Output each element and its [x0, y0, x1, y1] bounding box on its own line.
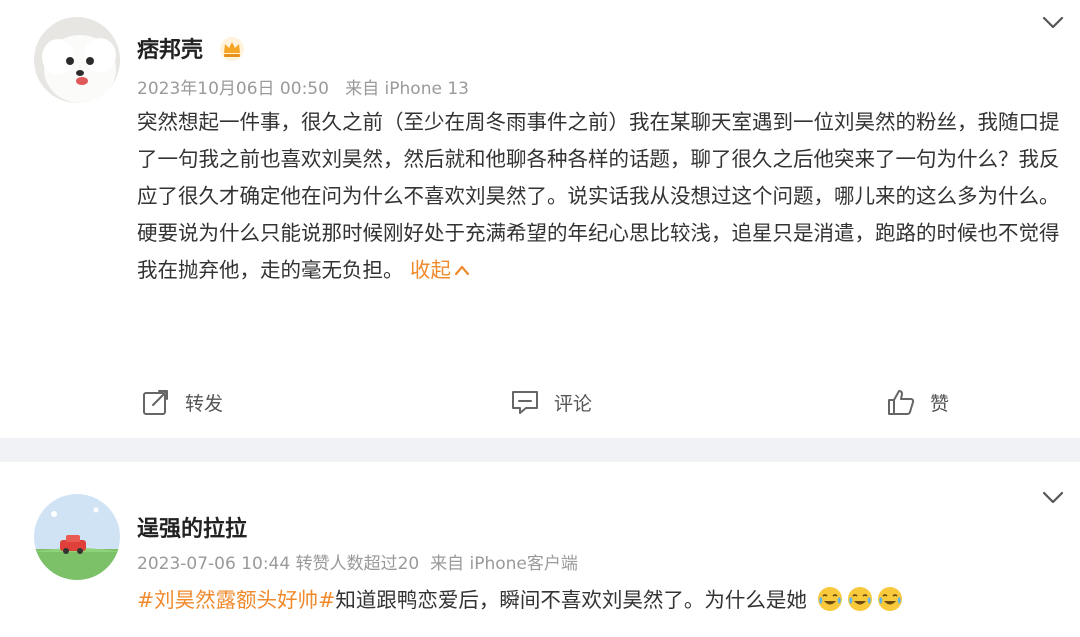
- post-card: 痞邦壳 2023年10月06日 00:50 来自 iPhone 13 突然想起一…: [0, 0, 1080, 438]
- repost-button[interactable]: 转发: [141, 378, 223, 426]
- post-timestamp: 2023年10月06日 00:50: [137, 79, 329, 99]
- post-source: 来自 iPhone 13: [345, 79, 469, 99]
- crying-laughing-emoji-icon: [847, 586, 873, 612]
- repost-count-note: 转赞人数超过20: [295, 554, 420, 574]
- post-paragraph: 硬要说为什么只能说那时候刚好处于充满希望的年纪心思比较浅，追星只是消遣，跑路的时…: [137, 221, 1060, 282]
- repost-icon: [143, 390, 168, 415]
- post-source: 来自 iPhone客户端: [430, 554, 578, 574]
- thumbs-up-icon: [888, 390, 915, 415]
- post-meta: 2023-07-06 10:44 转赞人数超过20 来自 iPhone客户端: [137, 549, 578, 574]
- post-text: 突然想起一件事，很久之前（至少在周冬雨事件之前）我在某聊天室遇到一位刘昊然的粉丝…: [137, 104, 1062, 289]
- crying-laughing-emoji-icon: [877, 586, 903, 612]
- post-paragraph: 突然想起一件事，很久之前（至少在周冬雨事件之前）我在某聊天室遇到一位刘昊然的粉丝…: [137, 110, 1060, 208]
- collapse-link[interactable]: 收起: [410, 258, 470, 282]
- post-card: 逞强的拉拉 2023-07-06 10:44 转赞人数超过20 来自 iPhon…: [0, 462, 1080, 637]
- post-timestamp: 2023-07-06 10:44: [137, 554, 291, 574]
- chevron-down-icon[interactable]: [1040, 12, 1066, 32]
- card-divider: [0, 438, 1080, 462]
- author-name[interactable]: 痞邦壳: [137, 32, 245, 64]
- vip-crown-icon: [219, 36, 245, 62]
- chevron-up-icon: [454, 265, 470, 276]
- author-name[interactable]: 逞强的拉拉: [137, 511, 247, 543]
- comment-icon: [512, 391, 538, 414]
- like-button[interactable]: 赞: [886, 378, 949, 426]
- hashtag-link[interactable]: #刘昊然露额头好帅#: [137, 588, 335, 612]
- comment-button[interactable]: 评论: [510, 378, 592, 426]
- crying-laughing-emoji-icon: [817, 586, 843, 612]
- avatar[interactable]: [34, 17, 120, 103]
- post-text: #刘昊然露额头好帅#知道跟鸭恋爱后，瞬间不喜欢刘昊然了。为什么是她: [137, 582, 1062, 619]
- chevron-down-icon[interactable]: [1040, 487, 1066, 507]
- action-bar: 转发 评论 赞: [0, 378, 1080, 426]
- post-meta: 2023年10月06日 00:50 来自 iPhone 13: [137, 74, 469, 99]
- avatar[interactable]: [34, 494, 120, 580]
